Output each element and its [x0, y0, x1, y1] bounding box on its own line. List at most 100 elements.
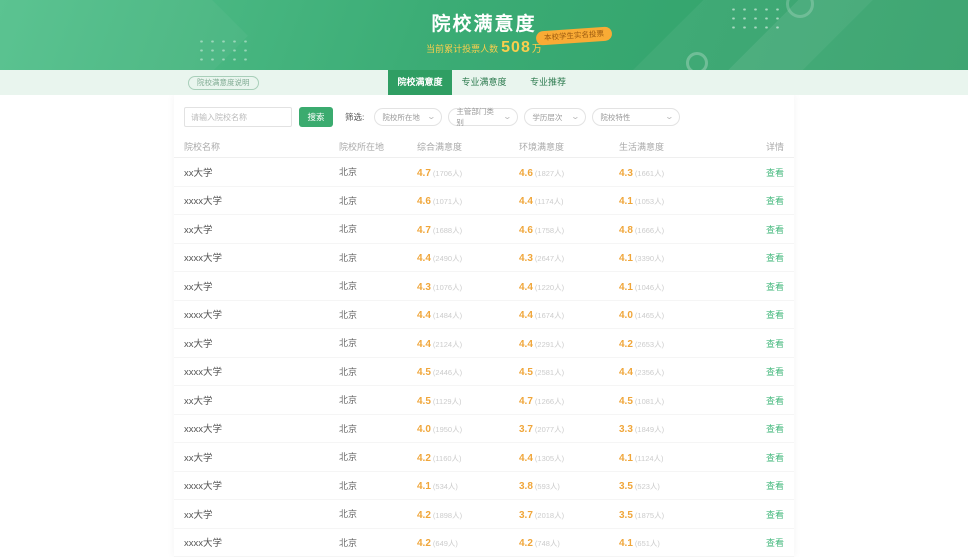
rating-vote-count: (1174人) — [535, 197, 564, 206]
dropdown-label: 院校特性 — [600, 112, 630, 123]
view-link[interactable]: 查看 — [766, 196, 784, 206]
rating-vote-count: (1071人) — [433, 197, 462, 206]
vote-stats-label: 当前累计投票人数 — [426, 44, 498, 54]
view-link[interactable]: 查看 — [766, 481, 784, 491]
rating-vote-count: (651人) — [635, 539, 660, 548]
rating-vote-count: (1849人) — [635, 425, 664, 434]
detail-cell: 查看 — [749, 476, 784, 494]
view-link[interactable]: 查看 — [766, 168, 784, 178]
view-link[interactable]: 查看 — [766, 253, 784, 263]
rating-vote-count: (1484人) — [433, 311, 462, 320]
life-rating: 4.8(1666人) — [619, 220, 749, 238]
rating-score: 4.1 — [417, 481, 431, 492]
vote-stats: 当前累计投票人数508万 — [0, 39, 968, 57]
environment-rating: 3.7(2018人) — [519, 505, 619, 523]
view-link[interactable]: 查看 — [766, 424, 784, 434]
rating-vote-count: (2653人) — [635, 340, 664, 349]
rating-vote-count: (1674人) — [535, 311, 564, 320]
overall-rating: 4.7(1706人) — [417, 163, 519, 181]
environment-rating: 4.6(1758人) — [519, 220, 619, 238]
environment-rating: 4.4(1674人) — [519, 305, 619, 323]
environment-rating: 4.7(1266人) — [519, 391, 619, 409]
column-header-detail: 详情 — [749, 140, 784, 153]
life-rating: 3.3(1849人) — [619, 419, 749, 437]
college-name: xxxx大学 — [184, 535, 339, 549]
rating-vote-count: (2018人) — [535, 511, 564, 520]
rating-score: 4.5 — [619, 396, 633, 407]
rating-score: 3.5 — [619, 510, 633, 521]
satisfaction-info-button[interactable]: 院校满意度说明 — [188, 76, 259, 90]
rating-score: 4.2 — [619, 339, 633, 350]
environment-rating: 4.2(748人) — [519, 533, 619, 551]
rating-vote-count: (1266人) — [535, 397, 564, 406]
tab-major-recommendation[interactable]: 专业推荐 — [516, 70, 580, 95]
table-body: xx大学北京4.7(1706人)4.6(1827人)4.3(1661人)查看xx… — [174, 158, 794, 557]
filter-dropdown-department-type[interactable]: 主管部门类别⌄ — [448, 108, 518, 126]
rating-vote-count: (534人) — [433, 482, 458, 491]
filter-dropdown-degree-level[interactable]: 学历层次⌄ — [524, 108, 586, 126]
rating-score: 4.2 — [417, 510, 431, 521]
search-button[interactable]: 搜索 — [299, 107, 333, 127]
view-link[interactable]: 查看 — [766, 367, 784, 377]
college-location: 北京 — [339, 336, 417, 349]
filter-label: 筛选: — [345, 111, 364, 123]
rating-score: 4.5 — [519, 367, 533, 378]
tab-strip: 院校满意度说明 院校满意度专业满意度专业推荐 — [0, 70, 968, 95]
college-name: xxxx大学 — [184, 307, 339, 321]
rating-vote-count: (2581人) — [535, 368, 564, 377]
rating-score: 4.4 — [519, 453, 533, 464]
environment-rating: 4.4(1305人) — [519, 448, 619, 466]
tab-college-satisfaction[interactable]: 院校满意度 — [388, 70, 452, 95]
detail-cell: 查看 — [749, 277, 784, 295]
environment-rating: 3.7(2077人) — [519, 419, 619, 437]
view-link[interactable]: 查看 — [766, 339, 784, 349]
overall-rating: 4.0(1950人) — [417, 419, 519, 437]
overall-rating: 4.5(2446人) — [417, 362, 519, 380]
filter-dropdown-location[interactable]: 院校所在地⌄ — [374, 108, 442, 126]
school-name-input[interactable] — [184, 107, 292, 127]
rating-vote-count: (1046人) — [635, 283, 664, 292]
college-name: xxxx大学 — [184, 364, 339, 378]
page-title: 院校满意度 — [0, 0, 968, 36]
dropdown-label: 主管部门类别 — [456, 106, 499, 128]
table-row: xx大学北京4.5(1129人)4.7(1266人)4.5(1081人)查看 — [174, 386, 794, 415]
table-row: xx大学北京4.3(1076人)4.4(1220人)4.1(1046人)查看 — [174, 272, 794, 301]
rating-vote-count: (1220人) — [535, 283, 564, 292]
view-link[interactable]: 查看 — [766, 396, 784, 406]
rating-vote-count: (523人) — [635, 482, 660, 491]
rating-vote-count: (2291人) — [535, 340, 564, 349]
chevron-down-icon: ⌄ — [570, 113, 579, 121]
table-row: xxxx大学北京4.6(1071人)4.4(1174人)4.1(1053人)查看 — [174, 187, 794, 216]
college-location: 北京 — [339, 536, 417, 549]
rating-score: 4.4 — [417, 310, 431, 321]
header-banner: 院校满意度 本校学生实名投票 当前累计投票人数508万 — [0, 0, 968, 70]
filter-dropdown-college-type[interactable]: 院校特性⌄ — [592, 108, 680, 126]
college-name: xxxx大学 — [184, 478, 339, 492]
life-rating: 3.5(523人) — [619, 476, 749, 494]
rating-score: 3.7 — [519, 424, 533, 435]
rating-vote-count: (1129人) — [433, 397, 462, 406]
view-link[interactable]: 查看 — [766, 225, 784, 235]
environment-rating: 3.8(593人) — [519, 476, 619, 494]
view-link[interactable]: 查看 — [766, 282, 784, 292]
overall-rating: 4.4(2490人) — [417, 248, 519, 266]
detail-cell: 查看 — [749, 220, 784, 238]
view-link[interactable]: 查看 — [766, 510, 784, 520]
overall-rating: 4.2(649人) — [417, 533, 519, 551]
rating-score: 4.1 — [619, 453, 633, 464]
rating-score: 4.2 — [519, 538, 533, 549]
college-name: xxxx大学 — [184, 193, 339, 207]
view-link[interactable]: 查看 — [766, 538, 784, 548]
college-location: 北京 — [339, 165, 417, 178]
rating-score: 4.4 — [619, 367, 633, 378]
rating-vote-count: (1898人) — [433, 511, 462, 520]
tab-major-satisfaction[interactable]: 专业满意度 — [452, 70, 516, 95]
overall-rating: 4.7(1688人) — [417, 220, 519, 238]
view-link[interactable]: 查看 — [766, 310, 784, 320]
rating-vote-count: (1666人) — [635, 226, 664, 235]
college-name: xx大学 — [184, 336, 339, 350]
rating-vote-count: (1465人) — [635, 311, 664, 320]
view-link[interactable]: 查看 — [766, 453, 784, 463]
rating-vote-count: (1950人) — [433, 425, 462, 434]
rating-vote-count: (593人) — [535, 482, 560, 491]
